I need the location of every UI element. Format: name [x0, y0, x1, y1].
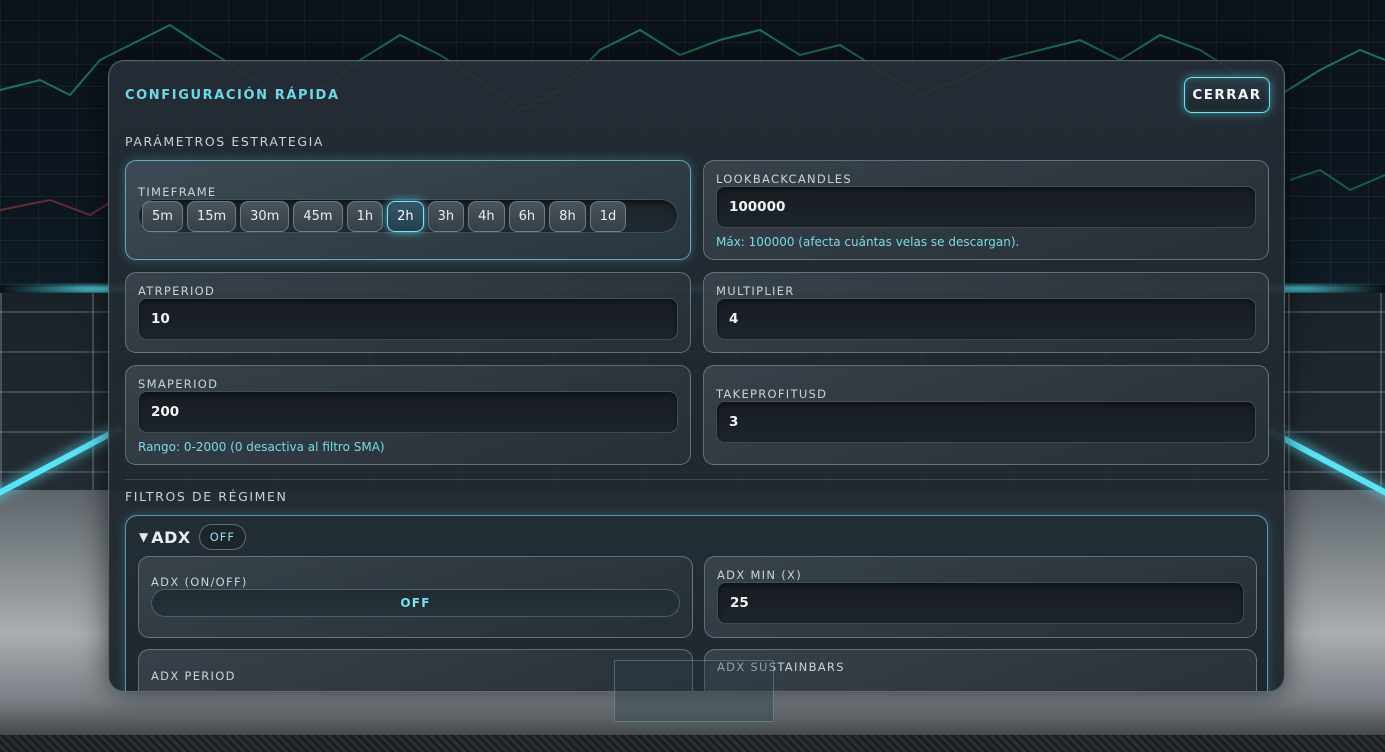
sma-period-input[interactable]: 200 [138, 391, 678, 433]
adx-group-header[interactable]: ▼ ADX OFF [139, 524, 247, 550]
timeframe-option-4h[interactable]: 4h [468, 201, 505, 232]
adx-period-label: ADX PERIOD [151, 669, 236, 683]
adx-group-title: ADX [151, 527, 191, 547]
timeframe-option-15m[interactable]: 15m [186, 201, 237, 232]
timeframe-option-1h[interactable]: 1h [346, 201, 384, 232]
adx-sustainbars-card: ADX SUSTAINBARS [704, 649, 1257, 691]
caret-down-icon[interactable]: ▼ [139, 530, 148, 544]
lookback-input[interactable]: 100000 [716, 186, 1256, 228]
modal-title: CONFIGURACIÓN RÁPIDA [125, 88, 340, 103]
hologram-decoration [614, 660, 774, 722]
takeprofit-input[interactable]: 3 [716, 401, 1256, 443]
timeframe-card: TIMEFRAME 5m 15m 30m 45m 1h 2h 3h 4h 6h 8h 1d [125, 160, 691, 260]
timeframe-option-2h[interactable]: 2h [387, 201, 424, 232]
adx-period-card: ADX PERIOD [138, 649, 693, 691]
multiplier-input[interactable]: 4 [716, 298, 1256, 340]
atr-period-label: ATRPERIOD [138, 284, 216, 298]
lookback-label: LOOKBACKCANDLES [716, 172, 852, 186]
timeframe-selector: 5m 15m 30m 45m 1h 2h 3h 4h 6h 8h 1d [138, 199, 678, 233]
timeframe-option-30m[interactable]: 30m [240, 201, 290, 232]
background-carbon-strip [0, 735, 1385, 752]
adx-min-input[interactable]: 25 [717, 582, 1244, 624]
takeprofit-card: TAKEPROFITUSD 3 [703, 365, 1269, 465]
close-button[interactable]: CERRAR [1184, 77, 1270, 113]
atr-period-card: ATRPERIOD 10 [125, 272, 691, 353]
timeframe-option-5m[interactable]: 5m [142, 201, 183, 232]
timeframe-option-1d[interactable]: 1d [589, 201, 627, 232]
quick-config-modal: CONFIGURACIÓN RÁPIDA CERRAR PARÁMETROS E… [108, 60, 1285, 692]
section-title-strategy: PARÁMETROS ESTRATEGIA [125, 134, 325, 149]
timeframe-options: 5m 15m 30m 45m 1h 2h 3h 4h 6h 8h 1d [142, 201, 627, 232]
timeframe-option-6h[interactable]: 6h [508, 201, 546, 232]
atr-period-input[interactable]: 10 [138, 298, 678, 340]
sma-period-hint: Rango: 0-2000 (0 desactiva al filtro SMA… [138, 440, 385, 454]
timeframe-option-8h[interactable]: 8h [549, 201, 586, 232]
adx-min-label: ADX MIN (X) [717, 568, 802, 582]
timeframe-label: TIMEFRAME [138, 185, 217, 199]
section-title-regime: FILTROS DE RÉGIMEN [125, 489, 288, 504]
sma-period-card: SMAPERIOD 200 Rango: 0-2000 (0 desactiva… [125, 365, 691, 465]
lookback-hint: Máx: 100000 (afecta cuántas velas se des… [716, 235, 1020, 249]
adx-status-badge: OFF [198, 524, 247, 550]
adx-onoff-label: ADX (ON/OFF) [151, 575, 248, 589]
sma-period-label: SMAPERIOD [138, 377, 219, 391]
multiplier-label: MULTIPLIER [716, 284, 795, 298]
takeprofit-label: TAKEPROFITUSD [716, 387, 828, 401]
section-divider [125, 479, 1268, 480]
timeframe-option-45m[interactable]: 45m [293, 201, 343, 232]
timeframe-option-3h[interactable]: 3h [427, 201, 465, 232]
adx-onoff-card: ADX (ON/OFF) OFF [138, 556, 693, 638]
multiplier-card: MULTIPLIER 4 [703, 272, 1269, 353]
lookback-card: LOOKBACKCANDLES 100000 Máx: 100000 (afec… [703, 160, 1269, 260]
adx-onoff-toggle[interactable]: OFF [151, 589, 680, 617]
adx-min-card: ADX MIN (X) 25 [704, 556, 1257, 638]
